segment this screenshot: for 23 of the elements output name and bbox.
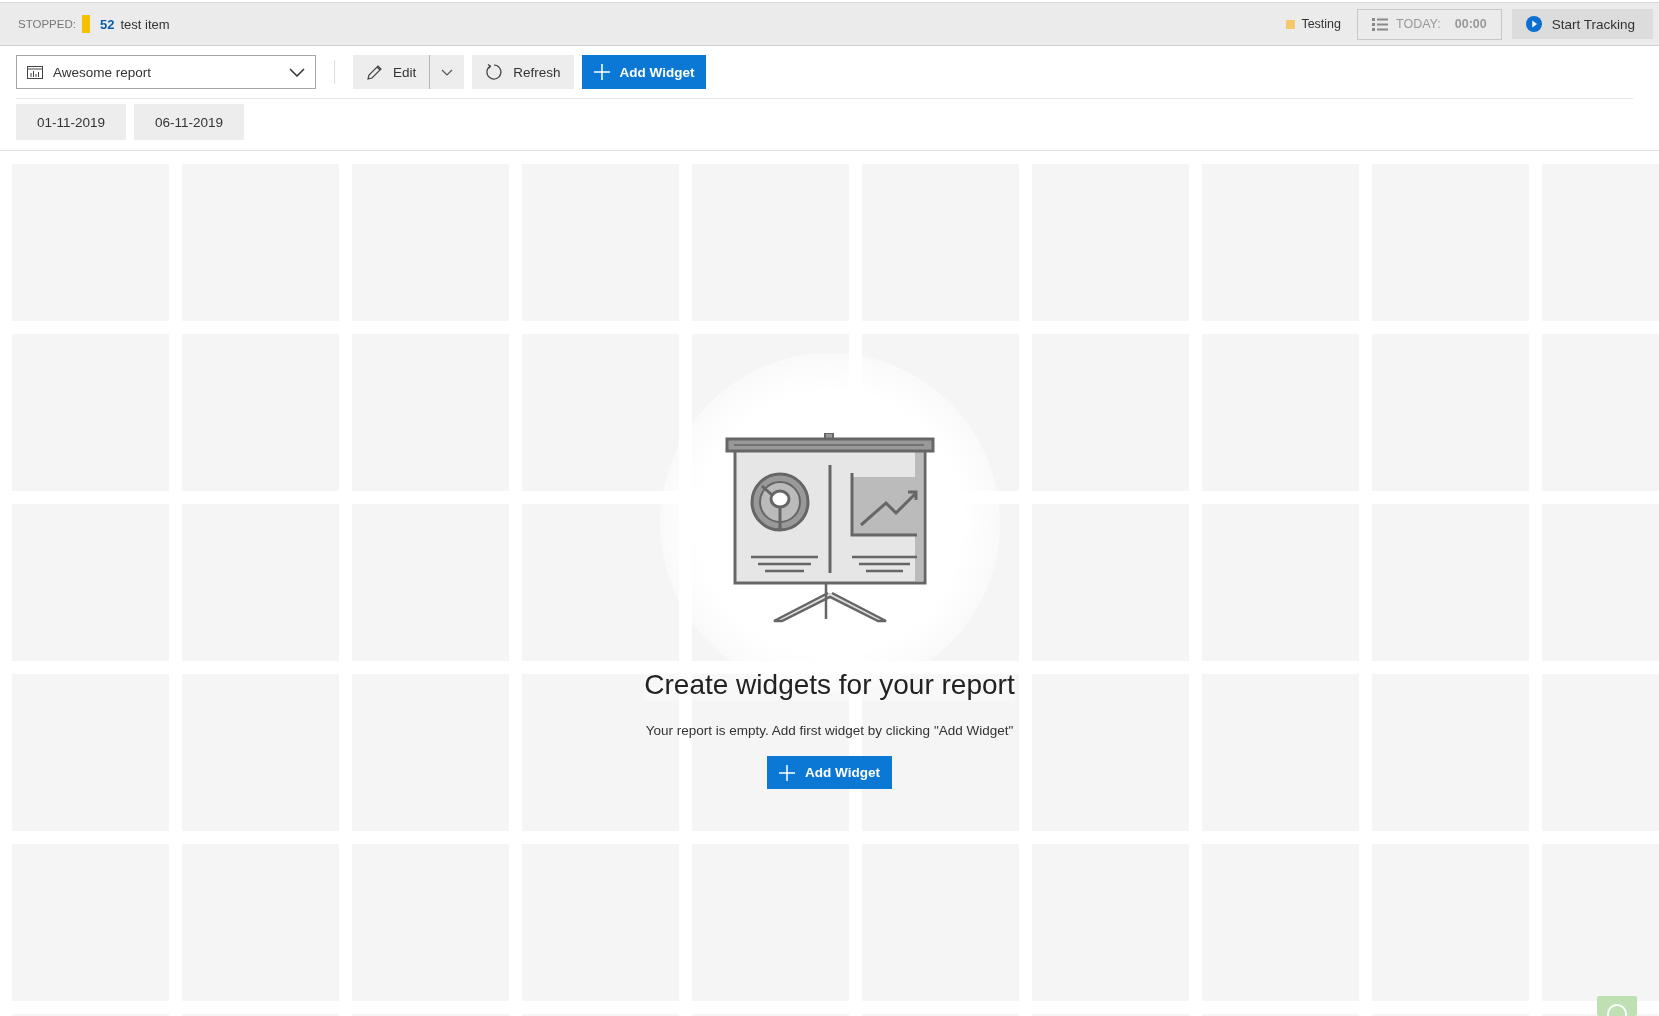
refresh-button[interactable]: Refresh [472,55,574,89]
report-select[interactable]: Awesome report [16,55,316,89]
edit-button[interactable]: Edit [353,55,430,89]
pencil-icon [366,63,383,81]
start-tracking-button[interactable]: Start Tracking [1511,9,1653,39]
date-button[interactable]: 01-11-2019 [16,104,126,140]
plus-icon [779,764,796,781]
chevron-down-icon [441,68,454,76]
add-widget-button[interactable]: Add Widget [581,55,707,89]
add-widget-button[interactable]: Add Widget [767,756,892,789]
chevron-down-icon [289,67,305,77]
plus-icon [593,64,610,80]
date-button[interactable]: 06-11-2019 [134,104,244,140]
refresh-icon [485,63,504,81]
state-label: STOPPED: [18,18,76,30]
project-name: Testing [1301,17,1342,31]
report-icon [27,65,43,79]
item-number: 52 [99,16,115,32]
edit-menu-button[interactable] [429,55,465,89]
item-name: test item [120,16,170,32]
play-icon [1525,16,1542,32]
list-icon [1372,17,1389,31]
empty-state-message: Your report is empty. Add first widget by clicking "Add Widget" [645,723,1014,738]
